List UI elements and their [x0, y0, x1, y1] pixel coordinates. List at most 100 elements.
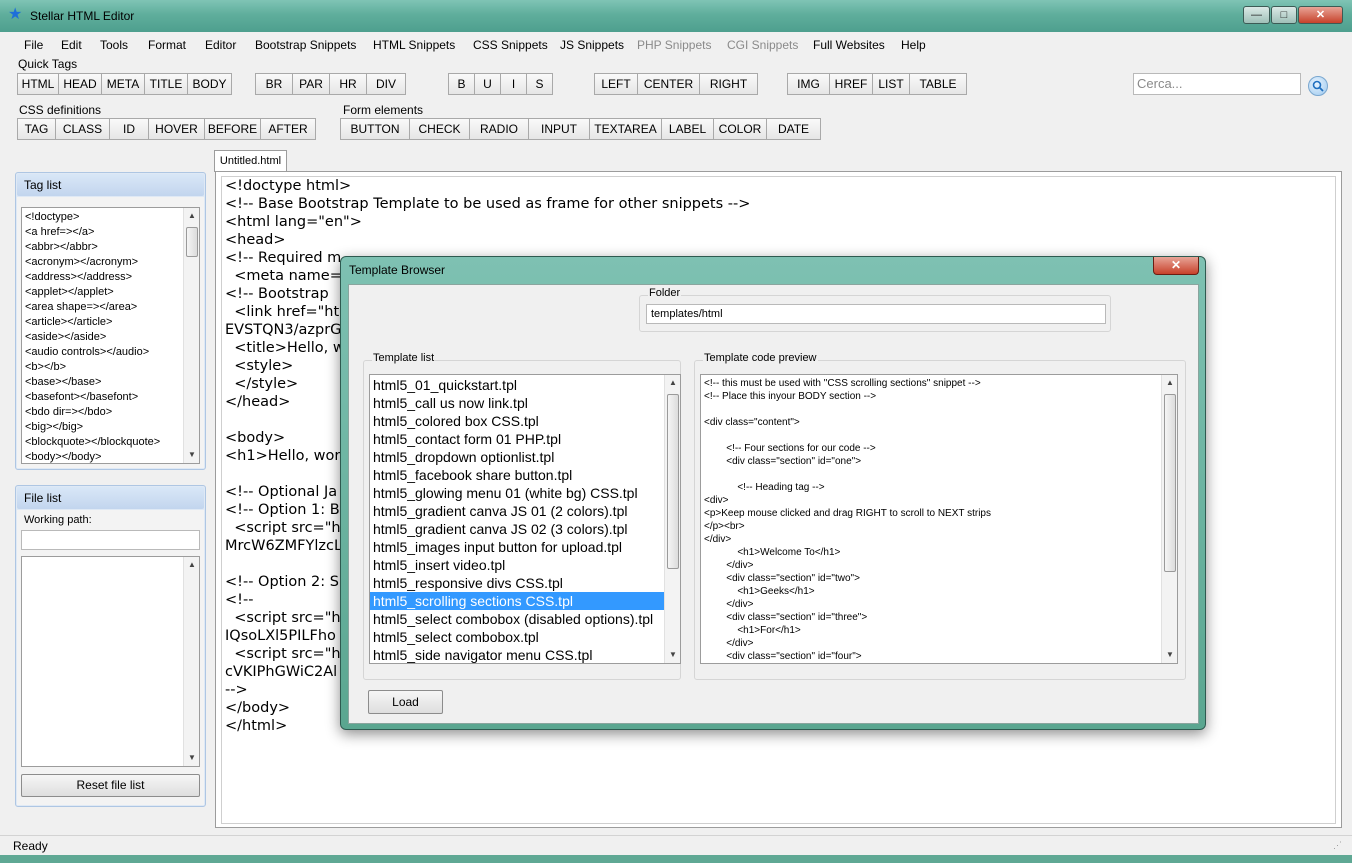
css-after-button[interactable]: AFTER [261, 119, 315, 139]
tag-hr-button[interactable]: HR [330, 74, 367, 94]
code-line[interactable]: <!-- Base Bootstrap Template to be used … [222, 195, 1335, 213]
menu-format[interactable]: Format [148, 38, 186, 52]
code-line[interactable]: <head> [222, 231, 1335, 249]
template-list-item[interactable]: html5_insert video.tpl [370, 556, 680, 574]
scroll-down-arrow-icon[interactable]: ▼ [184, 447, 199, 463]
list-item[interactable]: <b></b> [22, 360, 199, 375]
menu-help[interactable]: Help [901, 38, 926, 52]
scroll-up-arrow-icon[interactable]: ▲ [184, 208, 199, 224]
menu-js-snippets[interactable]: JS Snippets [560, 38, 624, 52]
list-item[interactable]: <basefont></basefont> [22, 390, 199, 405]
form-textarea-button[interactable]: TEXTAREA [590, 119, 662, 139]
menu-bootstrap-snippets[interactable]: Bootstrap Snippets [255, 38, 356, 52]
form-button-button[interactable]: BUTTON [341, 119, 410, 139]
tag-href-button[interactable]: HREF [830, 74, 873, 94]
tag-head-button[interactable]: HEAD [59, 74, 102, 94]
template-list-item[interactable]: html5_side navigator menu CSS.tpl [370, 646, 680, 663]
search-input[interactable]: Cerca... [1133, 73, 1301, 95]
css-id-button[interactable]: ID [110, 119, 149, 139]
tag-bold-button[interactable]: B [449, 74, 475, 94]
menu-cgi-snippets[interactable]: CGI Snippets [727, 38, 798, 52]
css-class-button[interactable]: CLASS [56, 119, 110, 139]
align-left-button[interactable]: LEFT [595, 74, 638, 94]
folder-input[interactable]: templates/html [646, 304, 1106, 324]
scroll-down-arrow-icon[interactable]: ▼ [665, 647, 680, 663]
list-item[interactable]: <abbr></abbr> [22, 240, 199, 255]
scroll-down-arrow-icon[interactable]: ▼ [1162, 647, 1177, 663]
template-list-item[interactable]: html5_dropdown optionlist.tpl [370, 448, 680, 466]
template-list-item[interactable]: html5_images input button for upload.tpl [370, 538, 680, 556]
tag-br-button[interactable]: BR [256, 74, 293, 94]
close-button[interactable]: ✕ [1298, 6, 1343, 24]
tag-img-button[interactable]: IMG [788, 74, 830, 94]
maximize-button[interactable]: □ [1271, 6, 1297, 24]
list-item[interactable]: <address></address> [22, 270, 199, 285]
template-list[interactable]: html5_01_quickstart.tpl html5_call us now… [369, 374, 681, 664]
working-path-input[interactable] [21, 530, 200, 550]
tag-title-button[interactable]: TITLE [145, 74, 188, 94]
menu-css-snippets[interactable]: CSS Snippets [473, 38, 548, 52]
scroll-thumb[interactable] [1164, 394, 1176, 572]
form-input-button[interactable]: INPUT [529, 119, 590, 139]
search-icon[interactable] [1308, 76, 1328, 96]
menu-edit[interactable]: Edit [61, 38, 82, 52]
template-list-item[interactable]: html5_select combobox (disabled options)… [370, 610, 680, 628]
tag-list[interactable]: <!doctype> <a href=></a> <abbr></abbr> <… [21, 207, 200, 464]
menu-editor[interactable]: Editor [205, 38, 236, 52]
list-item[interactable]: <acronym></acronym> [22, 255, 199, 270]
template-list-item[interactable]: html5_glowing menu 01 (white bg) CSS.tpl [370, 484, 680, 502]
scroll-thumb[interactable] [667, 394, 679, 569]
tag-meta-button[interactable]: META [102, 74, 145, 94]
template-list-item[interactable]: html5_select combobox.tpl [370, 628, 680, 646]
form-date-button[interactable]: DATE [767, 119, 820, 139]
align-right-button[interactable]: RIGHT [700, 74, 757, 94]
list-item[interactable]: <aside></aside> [22, 330, 199, 345]
list-item[interactable]: <applet></applet> [22, 285, 199, 300]
scroll-up-arrow-icon[interactable]: ▲ [184, 557, 199, 573]
list-item[interactable]: <base></base> [22, 375, 199, 390]
tag-table-button[interactable]: TABLE [910, 74, 966, 94]
css-before-button[interactable]: BEFORE [205, 119, 261, 139]
preview-scrollbar[interactable]: ▲ ▼ [1161, 375, 1177, 663]
template-list-item[interactable]: html5_gradient canva JS 02 (3 colors).tp… [370, 520, 680, 538]
menu-file[interactable]: File [24, 38, 43, 52]
resize-grip-icon[interactable]: ⋰ [1333, 840, 1342, 851]
menu-html-snippets[interactable]: HTML Snippets [373, 38, 455, 52]
align-center-button[interactable]: CENTER [638, 74, 700, 94]
dialog-close-button[interactable]: ✕ [1153, 257, 1199, 275]
template-list-item[interactable]: html5_colored box CSS.tpl [370, 412, 680, 430]
list-item[interactable]: <audio controls></audio> [22, 345, 199, 360]
list-item[interactable]: <article></article> [22, 315, 199, 330]
tab-untitled-html[interactable]: Untitled.html [214, 150, 287, 172]
list-item[interactable]: <body></body> [22, 450, 199, 463]
tag-div-button[interactable]: DIV [367, 74, 405, 94]
form-radio-button[interactable]: RADIO [470, 119, 529, 139]
template-list-item[interactable]: html5_gradient canva JS 01 (2 colors).tp… [370, 502, 680, 520]
minimize-button[interactable]: — [1243, 6, 1270, 24]
scroll-up-arrow-icon[interactable]: ▲ [665, 375, 680, 391]
tag-list-button[interactable]: LIST [873, 74, 910, 94]
form-label-button[interactable]: LABEL [662, 119, 714, 139]
tag-strike-button[interactable]: S [527, 74, 552, 94]
template-code-preview[interactable]: <!-- this must be used with "CSS scrolli… [700, 374, 1178, 664]
tag-underline-button[interactable]: U [475, 74, 501, 94]
load-button[interactable]: Load [368, 690, 443, 714]
file-list[interactable]: ▲ ▼ [21, 556, 200, 767]
tag-body-button[interactable]: BODY [188, 74, 231, 94]
scroll-down-arrow-icon[interactable]: ▼ [184, 750, 199, 766]
code-line[interactable]: <!doctype html> [222, 177, 1335, 195]
template-list-item[interactable]: html5_facebook share button.tpl [370, 466, 680, 484]
css-hover-button[interactable]: HOVER [149, 119, 205, 139]
form-color-button[interactable]: COLOR [714, 119, 767, 139]
template-list-item[interactable]: html5_01_quickstart.tpl [370, 376, 680, 394]
menu-php-snippets[interactable]: PHP Snippets [637, 38, 712, 52]
template-list-scrollbar[interactable]: ▲ ▼ [664, 375, 680, 663]
tag-par-button[interactable]: PAR [293, 74, 330, 94]
template-list-item[interactable]: html5_contact form 01 PHP.tpl [370, 430, 680, 448]
template-list-item[interactable]: html5_scrolling sections CSS.tpl [370, 592, 664, 610]
file-list-scrollbar[interactable]: ▲ ▼ [183, 557, 199, 766]
template-list-item[interactable]: html5_call us now link.tpl [370, 394, 680, 412]
menu-tools[interactable]: Tools [100, 38, 128, 52]
list-item[interactable]: <bdo dir=></bdo> [22, 405, 199, 420]
css-tag-button[interactable]: TAG [18, 119, 56, 139]
